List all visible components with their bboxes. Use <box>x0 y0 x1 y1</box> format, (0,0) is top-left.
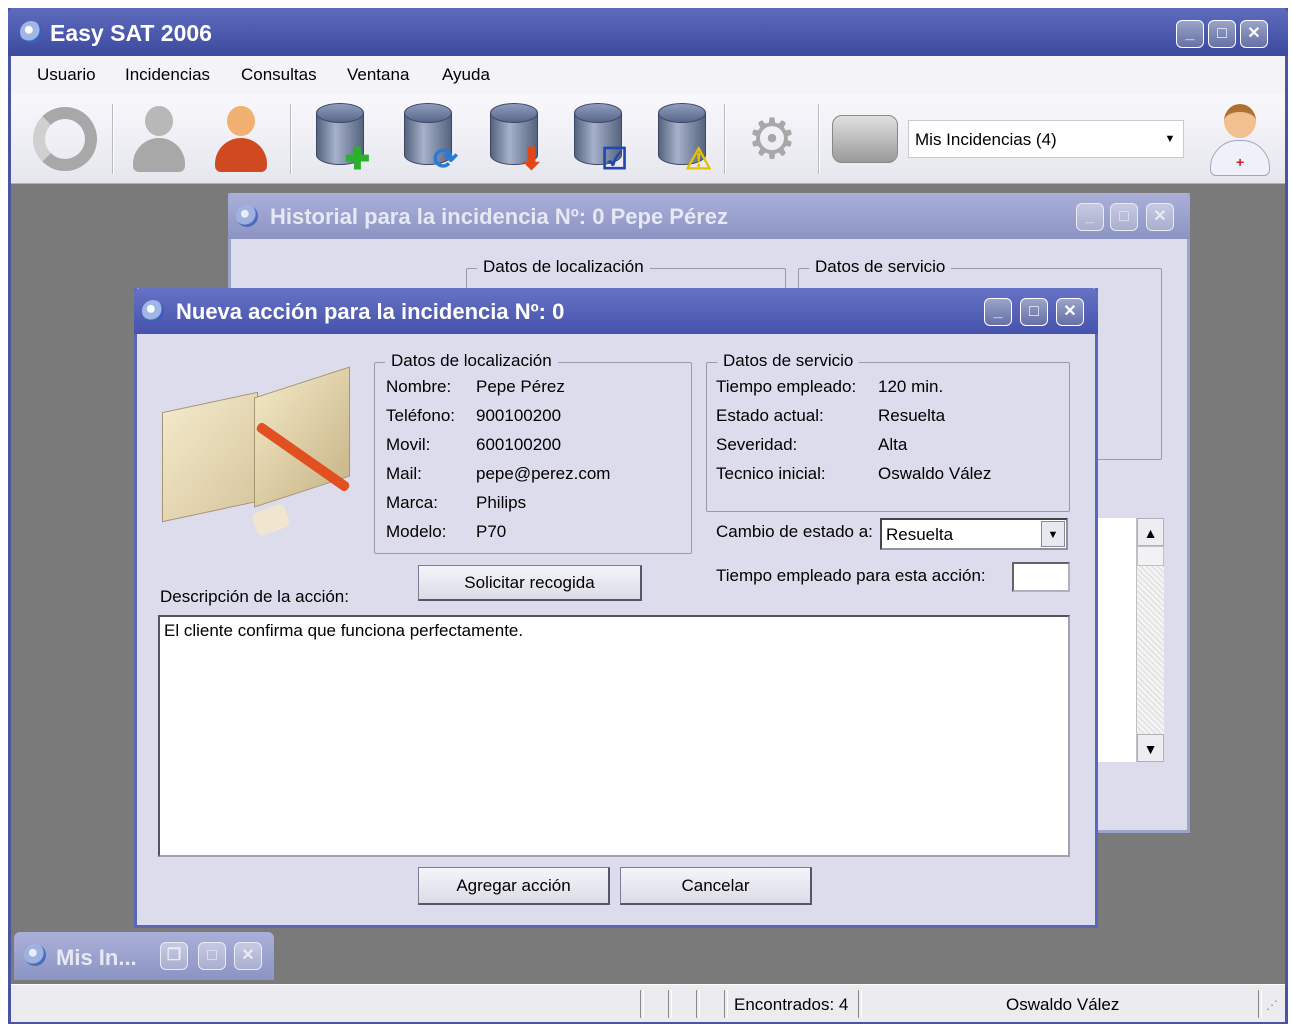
status-separator <box>858 990 862 1018</box>
database-sync-icon[interactable]: ⟳ <box>390 100 466 178</box>
toolbar-separator <box>112 104 114 174</box>
descripcion-text: El cliente confirma que funciona perfect… <box>164 621 524 640</box>
doctor-icon[interactable]: + <box>1200 100 1280 178</box>
minimized-window-icon <box>24 944 46 966</box>
minimized-window-title: Mis In... <box>56 945 137 970</box>
status-separator <box>1258 990 1262 1018</box>
estado-actual-label: Estado actual: <box>716 406 824 425</box>
agregar-accion-button[interactable]: Agregar acción <box>418 867 610 905</box>
dialog-close-button[interactable]: ✕ <box>1056 298 1084 326</box>
severidad-label: Severidad: <box>716 435 798 454</box>
close-button[interactable]: ✕ <box>1240 20 1268 48</box>
movil-label: Movil: <box>386 435 431 454</box>
history-close-button[interactable]: ✕ <box>1146 203 1174 231</box>
status-encontrados: Encontrados: 4 <box>734 995 849 1014</box>
telefono-label: Teléfono: <box>386 406 455 425</box>
status-separator <box>640 990 644 1018</box>
localizacion-title: Datos de localización <box>385 351 558 371</box>
toolbar-separator <box>724 104 726 174</box>
dialog-icon <box>142 300 164 322</box>
minimized-restore-button[interactable]: ❐ <box>160 942 188 970</box>
status-separator <box>696 990 700 1018</box>
descripcion-textarea[interactable]: El cliente confirma que funciona perfect… <box>158 615 1070 857</box>
toolbar-separator <box>290 104 292 174</box>
nombre-label: Nombre: <box>386 377 452 396</box>
database-add-icon[interactable]: ✚ <box>302 100 378 178</box>
tecnico-inicial-value: Oswaldo Vález <box>878 464 992 483</box>
select-chevron-icon[interactable]: ▼ <box>1041 521 1065 547</box>
servicio-title: Datos de servicio <box>717 351 860 371</box>
menu-usuario[interactable]: Usuario <box>37 65 96 85</box>
history-scrollbar[interactable]: ▲ ▼ <box>1136 518 1164 762</box>
movil-value: 600100200 <box>476 435 562 454</box>
modelo-value: P70 <box>476 522 507 541</box>
fax-icon[interactable] <box>826 100 904 178</box>
toolbar-separator <box>818 104 820 174</box>
tecnico-inicial-label: Tecnico inicial: <box>716 464 826 483</box>
modelo-label: Modelo: <box>386 522 447 541</box>
main-title-bar[interactable]: Easy SAT 2006 _ □ ✕ <box>8 8 1288 56</box>
refresh-icon[interactable] <box>28 100 102 178</box>
descripcion-label: Descripción de la acción: <box>160 587 349 606</box>
mail-label: Mail: <box>386 464 422 483</box>
dialog-title-bar[interactable]: Nueva acción para la incidencia Nº: 0 _ … <box>134 288 1098 334</box>
cancelar-button[interactable]: Cancelar <box>620 867 812 905</box>
cambio-estado-label: Cambio de estado a: <box>716 522 873 541</box>
history-localizacion-title: Datos de localización <box>477 257 650 277</box>
menu-ayuda[interactable]: Ayuda <box>442 65 490 85</box>
history-maximize-button[interactable]: □ <box>1110 203 1138 231</box>
telefono-value: 900100200 <box>476 406 562 425</box>
gears-icon[interactable]: ⚙ <box>734 100 810 178</box>
dialog-minimize-button[interactable]: _ <box>984 298 1012 326</box>
menu-ventana[interactable]: Ventana <box>347 65 409 85</box>
scroll-down-icon[interactable]: ▼ <box>1137 734 1164 762</box>
cambio-estado-select[interactable]: Resuelta ▼ <box>880 518 1068 550</box>
minimize-button[interactable]: _ <box>1176 20 1204 48</box>
menu-bar: Usuario Incidencias Consultas Ventana Ay… <box>11 56 1285 94</box>
history-window-title: Historial para la incidencia Nº: 0 Pepe … <box>270 204 728 229</box>
user-orange-icon[interactable] <box>206 100 276 178</box>
user-gray-icon[interactable] <box>124 100 194 178</box>
history-minimize-button[interactable]: _ <box>1076 203 1104 231</box>
status-separator <box>724 990 728 1018</box>
app-icon <box>20 21 42 43</box>
history-window-icon <box>236 205 258 227</box>
history-title-bar[interactable]: Historial para la incidencia Nº: 0 Pepe … <box>228 193 1190 239</box>
scroll-up-icon[interactable]: ▲ <box>1137 518 1164 546</box>
cambio-estado-value: Resuelta <box>886 525 954 544</box>
nombre-value: Pepe Pérez <box>476 377 565 396</box>
marca-label: Marca: <box>386 493 438 512</box>
severidad-value: Alta <box>878 435 908 454</box>
chevron-down-icon[interactable]: ▼ <box>1157 121 1183 157</box>
history-servicio-title: Datos de servicio <box>809 257 952 277</box>
database-warning-icon[interactable]: ⚠ <box>644 100 720 178</box>
menu-consultas[interactable]: Consultas <box>241 65 317 85</box>
scroll-thumb[interactable] <box>1137 546 1164 566</box>
minimized-maximize-button[interactable]: □ <box>198 942 226 970</box>
marca-value: Philips <box>476 493 527 512</box>
minimized-close-button[interactable]: ✕ <box>234 942 262 970</box>
book-icon <box>158 366 362 544</box>
database-download-icon[interactable]: ⬇ <box>476 100 552 178</box>
app-title: Easy SAT 2006 <box>50 20 212 46</box>
tiempo-accion-label: Tiempo empleado para esta acción: <box>716 566 986 585</box>
maximize-button[interactable]: □ <box>1208 20 1236 48</box>
status-user: Oswaldo Vález <box>1006 995 1120 1014</box>
solicitar-recogida-button[interactable]: Solicitar recogida <box>418 565 642 601</box>
dialog-maximize-button[interactable]: □ <box>1020 298 1048 326</box>
resize-grip-icon[interactable]: ⋰ <box>1266 998 1282 1014</box>
dialog-title: Nueva acción para la incidencia Nº: 0 <box>176 299 565 324</box>
estado-actual-value: Resuelta <box>878 406 946 425</box>
tiempo-accion-input[interactable] <box>1012 562 1070 592</box>
menu-incidencias[interactable]: Incidencias <box>125 65 210 85</box>
mail-value: pepe@perez.com <box>476 464 611 483</box>
minimized-window[interactable]: Mis In... ❐ □ ✕ <box>14 932 274 980</box>
filter-combo-value: Mis Incidencias (4) <box>915 130 1057 149</box>
tiempo-empleado-value: 120 min. <box>878 377 944 396</box>
status-separator <box>668 990 672 1018</box>
tiempo-empleado-label: Tiempo empleado: <box>716 377 857 396</box>
filter-combo[interactable]: Mis Incidencias (4) ▼ <box>908 120 1184 158</box>
database-check-icon[interactable]: ☑ <box>560 100 636 178</box>
